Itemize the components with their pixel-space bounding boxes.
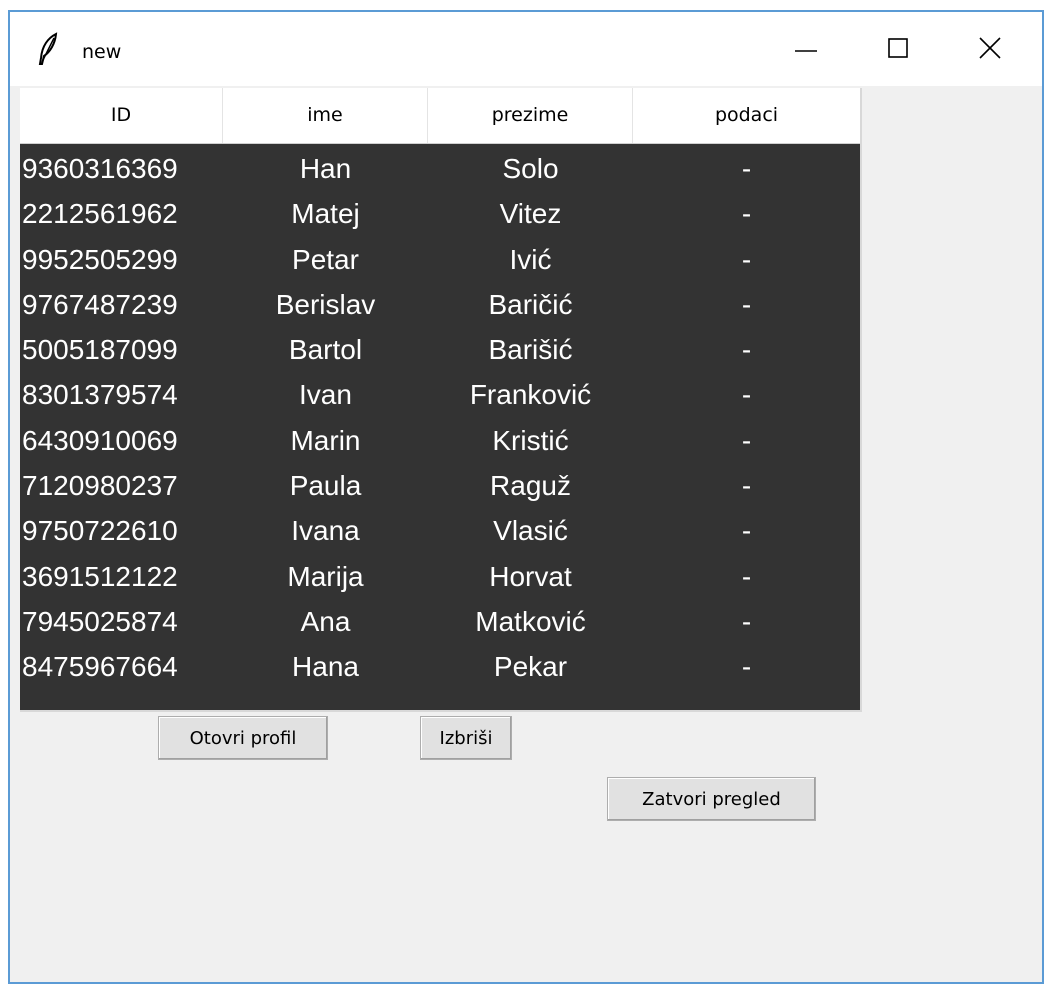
cell-podaci: - [741, 424, 752, 456]
cell-id: 8475967664 [22, 651, 178, 683]
cell-id: 9767487239 [22, 288, 178, 320]
table-row[interactable]: 9360316369 Han Solo - [20, 146, 860, 191]
cell-prezime: Vlasić [493, 515, 568, 547]
feather-icon [36, 32, 62, 66]
cell-prezime: Horvat [489, 560, 572, 592]
column-header-podaci[interactable]: podaci [633, 88, 860, 143]
cell-id: 6430910069 [22, 424, 178, 456]
cell-prezime: Baričić [488, 288, 573, 320]
cell-ime: Petar [292, 243, 359, 275]
cell-podaci: - [741, 515, 752, 547]
table-row[interactable]: 5005187099 Bartol Barišić - [20, 327, 860, 372]
cell-podaci: - [741, 651, 752, 683]
cell-id: 9952505299 [22, 243, 178, 275]
cell-podaci: - [741, 560, 752, 592]
cell-id: 3691512122 [22, 560, 178, 592]
column-header-ime[interactable]: ime [223, 88, 428, 143]
table-row[interactable]: 2212561962 Matej Vitez - [20, 191, 860, 236]
cell-id: 9750722610 [22, 515, 178, 547]
table-row[interactable]: 9952505299 Petar Ivić - [20, 237, 860, 282]
open-profile-button[interactable]: Otovri profil [158, 716, 328, 760]
cell-prezime: Raguž [490, 470, 571, 502]
cell-ime: Han [299, 153, 352, 184]
cell-ime: Marija [287, 560, 364, 592]
cell-podaci: - [741, 334, 752, 366]
close-button[interactable] [944, 12, 1036, 86]
minimize-button[interactable] [760, 12, 852, 86]
column-header-id[interactable]: ID [20, 88, 223, 143]
cell-prezime: Matković [475, 605, 586, 637]
table-row[interactable]: 7120980237 Paula Raguž - [20, 463, 860, 508]
maximize-button[interactable] [852, 12, 944, 86]
cell-id: 7945025874 [22, 605, 178, 637]
cell-prezime: Barišić [488, 334, 573, 366]
cell-prezime: Solo [502, 153, 559, 184]
table-row[interactable]: 3691512122 Marija Horvat - [20, 554, 860, 599]
cell-ime: Bartol [288, 334, 363, 366]
cell-podaci: - [741, 288, 752, 320]
cell-prezime: Kristić [492, 424, 569, 456]
cell-id: 8301379574 [22, 379, 178, 411]
cell-ime: Ivana [291, 515, 360, 547]
cell-prezime: Pekar [493, 651, 568, 683]
app-window: new ID ime prezime podaci 9360316369 Han S… [8, 10, 1044, 984]
cell-podaci: - [741, 470, 752, 502]
cell-ime: Hana [292, 651, 359, 683]
cell-id: 7120980237 [22, 470, 178, 502]
cell-prezime: Ivić [509, 243, 552, 275]
cell-ime: Ivan [299, 379, 352, 411]
cell-podaci: - [741, 605, 752, 637]
cell-id: 2212561962 [22, 198, 178, 230]
maximize-icon [888, 38, 908, 58]
cell-podaci: - [741, 243, 752, 275]
cell-prezime: Franković [469, 379, 592, 411]
cell-ime: Paula [289, 470, 362, 502]
table-row[interactable]: 6430910069 Marin Kristić - [20, 418, 860, 463]
cell-ime: Marin [290, 424, 361, 456]
minimize-icon [795, 50, 817, 52]
table-row[interactable]: 8475967664 Hana Pekar - [20, 644, 860, 689]
cell-podaci: - [741, 198, 752, 230]
table-row[interactable]: 9767487239 Berislav Baričić - [20, 282, 860, 327]
table-header: ID ime prezime podaci [20, 88, 860, 144]
delete-button[interactable]: Izbriši [420, 716, 512, 760]
table-row[interactable]: 9750722610 Ivana Vlasić - [20, 508, 860, 553]
table-row[interactable]: 8301379574 Ivan Franković - [20, 372, 860, 417]
cell-id: 5005187099 [22, 334, 178, 366]
cell-prezime: Vitez [499, 198, 562, 230]
table-body: 9360316369 Han Solo -2212561962 Matej Vitez -9… [20, 146, 860, 690]
close-icon [979, 37, 1001, 59]
cell-id: 9360316369 [22, 153, 178, 184]
close-view-button[interactable]: Zatvori pregled [607, 777, 816, 821]
window-title: new [82, 41, 122, 63]
title-bar[interactable]: new [10, 12, 1042, 86]
cell-podaci: - [741, 379, 752, 411]
cell-podaci: - [741, 153, 752, 184]
people-table[interactable]: ID ime prezime podaci 9360316369 Han Solo -… [20, 88, 862, 712]
table-row[interactable]: 7945025874 Ana Matković - [20, 599, 860, 644]
cell-ime: Berislav [275, 288, 376, 320]
cell-ime: Ana [300, 605, 351, 637]
column-header-prezime[interactable]: prezime [428, 88, 633, 143]
cell-ime: Matej [291, 198, 360, 230]
